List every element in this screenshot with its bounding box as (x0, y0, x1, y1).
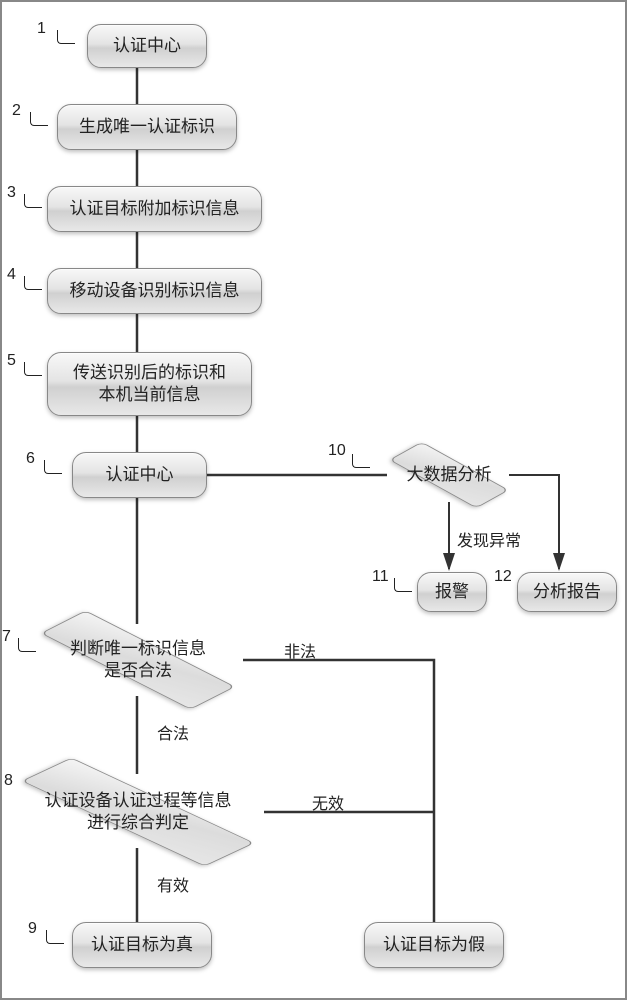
node-comprehensive-judge: 认证设备认证过程等信息 进行综合判定 (10, 774, 266, 850)
node-target-true: 认证目标为真 (72, 922, 212, 968)
node-big-data-analysis: 大数据分析 (387, 448, 511, 502)
label-hook (394, 578, 412, 592)
label-hook (30, 112, 48, 126)
label-hook (57, 30, 75, 44)
label-hook (24, 362, 42, 376)
label-6: 6 (26, 450, 35, 468)
node-text: 分析报告 (533, 581, 601, 603)
node-text: 认证目标为真 (91, 934, 193, 956)
label-11: 11 (372, 568, 389, 586)
node-text: 大数据分析 (401, 464, 498, 486)
label-2: 2 (12, 102, 21, 120)
edge-label-invalid: 无效 (312, 790, 344, 814)
label-3: 3 (7, 184, 16, 202)
node-transmit-info: 传送识别后的标识和 本机当前信息 (47, 352, 252, 416)
label-7: 7 (2, 628, 11, 646)
label-hook (24, 194, 42, 208)
node-auth-center-2: 认证中心 (72, 452, 207, 498)
node-text: 移动设备识别标识信息 (70, 280, 240, 302)
label-10: 10 (328, 442, 346, 460)
label-hook (352, 454, 370, 468)
label-hook (44, 460, 62, 474)
node-auth-center-1: 认证中心 (87, 24, 207, 68)
edge-label-valid: 有效 (157, 872, 189, 896)
node-target-false: 认证目标为假 (364, 922, 504, 968)
node-text: 传送识别后的标识和 本机当前信息 (73, 362, 226, 406)
connectors-svg (2, 2, 627, 1002)
label-8: 8 (4, 772, 13, 790)
label-9: 9 (28, 920, 37, 938)
node-text: 认证设备认证过程等信息 进行综合判定 (39, 790, 238, 834)
node-text: 认证目标为假 (383, 934, 485, 956)
node-judge-id-legal: 判断唯一标识信息 是否合法 (32, 624, 244, 696)
node-text: 判断唯一标识信息 是否合法 (64, 638, 212, 682)
edge-label-illegal: 非法 (284, 638, 316, 662)
label-hook (18, 638, 36, 652)
node-mobile-recognize: 移动设备识别标识信息 (47, 268, 262, 314)
label-5: 5 (7, 352, 16, 370)
label-1: 1 (37, 20, 46, 38)
node-text: 报警 (435, 581, 469, 603)
node-text: 认证中心 (106, 464, 174, 486)
edge-label-legal: 合法 (157, 720, 189, 744)
label-hook (46, 930, 64, 944)
node-attach-id-info: 认证目标附加标识信息 (47, 186, 262, 232)
edge-label-anomaly: 发现异常 (457, 527, 521, 551)
label-4: 4 (7, 266, 16, 284)
node-text: 生成唯一认证标识 (79, 116, 215, 138)
node-analysis-report: 分析报告 (517, 572, 617, 612)
node-alarm: 报警 (417, 572, 487, 612)
label-hook (24, 276, 42, 290)
label-12: 12 (494, 568, 512, 586)
node-text: 认证中心 (113, 35, 181, 57)
node-generate-id: 生成唯一认证标识 (57, 104, 237, 150)
node-text: 认证目标附加标识信息 (70, 198, 240, 220)
